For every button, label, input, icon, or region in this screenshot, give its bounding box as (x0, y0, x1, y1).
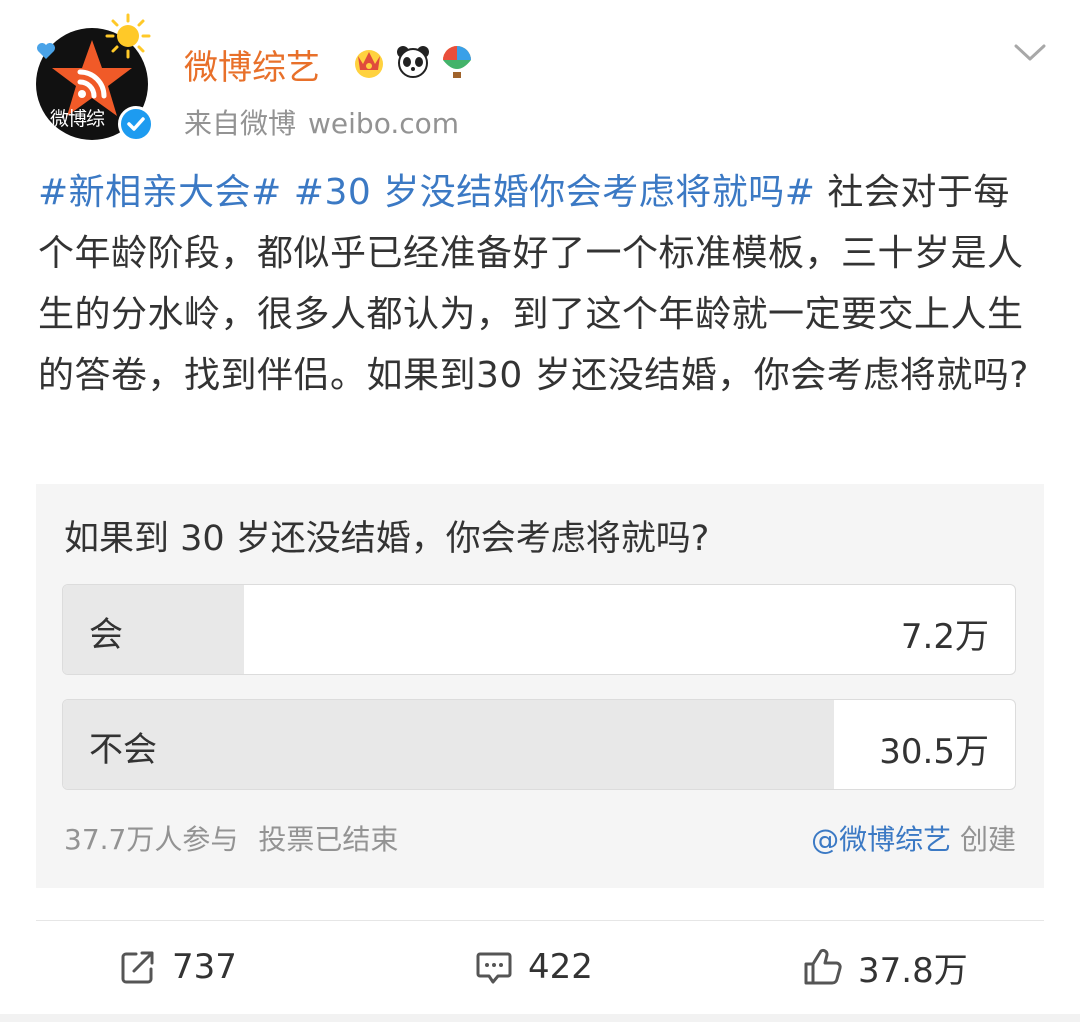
poll-creator-link[interactable]: @微博综艺 (811, 823, 951, 856)
poll-question: 如果到 30 岁还没结婚，你会考虑将就吗? (64, 519, 710, 559)
post-source: 来自微博 weibo.com (184, 102, 459, 142)
poll-option[interactable]: 不会 30.5万 (62, 699, 1016, 790)
source-domain: weibo.com (308, 107, 460, 140)
poll-participants: 37.7万人参与 (64, 823, 239, 856)
poll-created-label: 创建 (959, 823, 1016, 856)
balloon-badge-icon (443, 46, 471, 78)
poll-option-label: 会 (89, 615, 123, 655)
like-count: 37.8万 (858, 950, 968, 991)
comment-count: 422 (528, 947, 593, 987)
repost-button[interactable]: 737 (118, 944, 237, 990)
repost-count: 737 (172, 947, 237, 987)
poll-option[interactable]: 会 7.2万 (62, 584, 1016, 675)
username[interactable]: 微博综艺 (184, 40, 320, 89)
bottom-separator (0, 1014, 1080, 1022)
sun-icon (105, 13, 151, 59)
poll-status: 投票已结束 (258, 823, 399, 856)
like-button[interactable]: 37.8万 (802, 944, 968, 991)
repost-icon (121, 951, 154, 984)
comment-button[interactable]: 422 (474, 944, 593, 990)
divider (36, 920, 1044, 921)
panda-badge-icon (397, 46, 429, 78)
poll-option-count: 7.2万 (900, 617, 989, 657)
post-text: #新相亲大会# #30 岁没结婚你会考虑将就吗# 社会对于每个年龄阶段，都似乎已… (38, 162, 1042, 406)
heart-icon (37, 43, 55, 59)
verified-icon (118, 106, 154, 142)
hashtag-link[interactable]: #新相亲大会# (38, 172, 282, 213)
hashtag-link[interactable]: #30 岁没结婚你会考虑将就吗# (294, 172, 816, 213)
poll-option-label: 不会 (89, 730, 157, 770)
poll-card: 如果到 30 岁还没结婚，你会考虑将就吗? 会 7.2万 不会 30.5万 37… (36, 484, 1044, 888)
avatar-text: 微博综 (50, 108, 105, 130)
poll-creator-line: @微博综艺 创建 (811, 818, 1016, 858)
poll-option-count: 30.5万 (879, 732, 989, 772)
chevron-down-icon[interactable] (1012, 40, 1048, 64)
crown-badge-icon (355, 50, 383, 78)
avatar-group[interactable]: 微博综 (34, 13, 160, 146)
poll-stats: 37.7万人参与 投票已结束 (64, 818, 398, 858)
user-badges (350, 42, 476, 80)
source-prefix: 来自微博 (184, 107, 297, 140)
like-icon (804, 948, 842, 985)
poll-option-bar (63, 700, 835, 789)
comment-icon (476, 952, 512, 984)
weibo-post-page: 微博综 微博综艺 来自微博 weibo.com #新相亲大会# #30 岁没结婚… (0, 0, 1080, 1022)
